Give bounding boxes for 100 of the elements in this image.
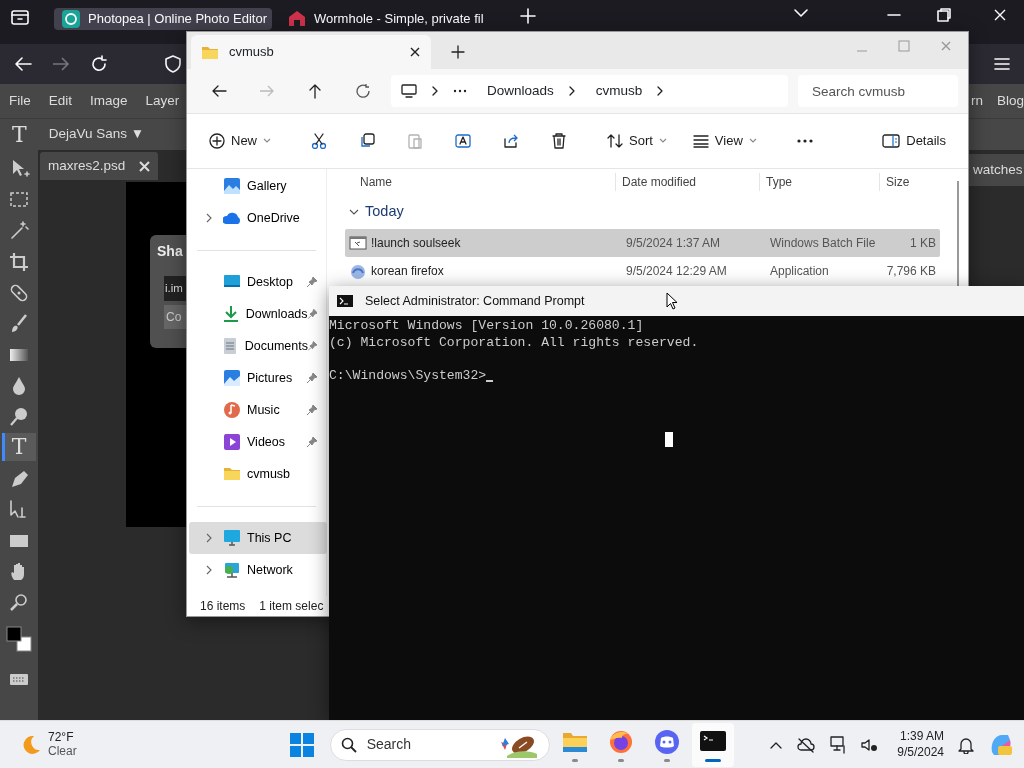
refresh-icon [355,83,371,99]
type-cell-text: Windows Batch File [770,235,877,252]
more-icon[interactable] [453,89,467,93]
paste-icon [407,133,423,149]
nav-item[interactable]: OneDrive [189,202,327,234]
file-name: korean firefox [371,263,444,280]
menu-item[interactable]: Layer [145,90,180,112]
menu-item[interactable]: Edit [48,90,73,112]
rename-icon [455,133,471,149]
date-text: 9/5/2024 [897,744,944,761]
nav-item[interactable]: Gallery [189,170,327,202]
back-icon[interactable] [14,56,32,72]
monitor-icon [401,83,417,99]
tab-title: Photopea | Online Photo Editor [88,10,267,29]
details-button[interactable]: Details [874,123,954,159]
type-cell-text: Application [770,263,830,280]
shield-icon[interactable] [164,55,182,73]
console-prompt: C:\Windows\System32> [329,367,487,384]
expand-chevron-icon[interactable] [206,213,212,223]
nav-item[interactable]: Pictures [189,362,327,394]
network-icon[interactable] [829,735,848,754]
reload-icon[interactable] [90,55,108,73]
clock[interactable]: 1:39 AM 9/5/2024 [897,728,944,761]
nav-item[interactable]: Documents [189,330,327,362]
panel-tab[interactable]: watches [969,154,1024,187]
browser-tab[interactable]: Wormhole - Simple, private fil [280,8,498,30]
search-field[interactable]: Search cvmusb [798,75,958,107]
document-title: maxres2.psd [48,156,126,175]
trash-icon [551,133,567,149]
document-tab[interactable]: maxres2.psd [40,152,159,180]
column-header[interactable]: Type [760,173,880,191]
music-icon [223,401,241,419]
bell-icon[interactable] [958,735,974,754]
folder-icon [201,44,219,60]
menu-item[interactable]: rn [970,90,983,112]
date-cell-text: 9/5/2024 1:37 AM [626,235,722,252]
file-row[interactable]: !launch soulseek 9/5/2024 1:37 AM Windows Batch File 1 KB [345,229,940,257]
nav-item[interactable]: Videos [189,426,327,458]
nav-item[interactable]: Downloads [189,298,327,330]
marquee-icon [8,189,30,209]
expand-chevron-icon[interactable] [206,533,212,543]
group-header[interactable]: Today [365,201,404,223]
nav-item[interactable]: Desktop [189,266,327,298]
explorer-tab[interactable]: cvmusb [191,35,431,69]
nav-item[interactable]: Network [189,554,327,586]
column-header[interactable]: Size [880,173,952,191]
file-row[interactable]: korean firefox 9/5/2024 12:29 AM Application 7,796 KB [345,257,940,285]
video-icon [223,433,241,451]
link-field[interactable]: i.im [164,276,186,302]
view-lines-icon [692,133,709,149]
column-header[interactable]: Date modified [616,173,760,191]
cloud-offline-icon[interactable] [797,736,816,753]
close-icon[interactable] [409,46,421,58]
type-tool-glyph: T [11,436,27,458]
taskbar-app-button[interactable] [691,722,734,767]
forward-icon [259,84,275,98]
nav-item[interactable]: This PC [189,522,327,554]
breadcrumb-item[interactable]: cvmusb [595,80,643,102]
chevron-icon [567,86,576,96]
new-button[interactable]: New [201,123,279,159]
menu-item[interactable]: Image [90,90,128,112]
menu-item[interactable]: Blog [996,90,1024,112]
console-icon [337,295,353,307]
forward-icon[interactable] [52,56,70,72]
share-icon [503,133,519,149]
nav-item[interactable]: Music [189,394,327,426]
sort-button[interactable]: Sort [599,123,675,159]
status-text: 16 items [200,598,246,615]
restore-icon[interactable] [937,8,951,22]
time-text: 1:39 AM [898,728,944,745]
breadcrumb-item[interactable]: Downloads [487,80,554,102]
address-bar[interactable]: Downloads cvmusb [391,75,788,107]
dropdown-caret-icon [748,138,757,144]
console-line: (c) Microsoft Corporation. All rights reserved. [329,334,700,351]
block-cursor [665,432,673,447]
tab-list-icon[interactable] [10,8,30,26]
chevron-icon [656,86,665,96]
dropdown-caret-icon [263,138,271,144]
expand-chevron-icon[interactable] [206,565,212,575]
taskbar-search[interactable]: Search [329,728,550,761]
menu-item[interactable]: File [9,90,31,112]
font-dropdown[interactable]: DejaVu Sans ▼ [38,124,145,145]
view-button[interactable]: View [684,123,765,159]
browser-tab[interactable]: Photopea | Online Photo Editor [54,8,272,30]
tab-overflow-icon[interactable] [793,8,809,18]
sort-icon [607,133,623,149]
menu-icon[interactable] [994,57,1010,71]
collapse-chevron-icon[interactable] [349,209,359,215]
new-tab-icon[interactable] [451,45,465,59]
windows-logo-icon [289,732,314,757]
keyboard-icon[interactable] [9,671,29,686]
nav-item[interactable]: cvmusb [189,458,327,490]
date-cell-text: 9/5/2024 12:29 AM [626,263,728,280]
network-icon [223,561,241,579]
copy-button[interactable]: Co [164,305,186,330]
application-icon [349,263,367,279]
type-tool-glyph: T [12,123,27,146]
tool-button[interactable]: T [2,433,36,461]
column-header[interactable]: Name [341,173,616,191]
picture-icon [223,369,241,387]
